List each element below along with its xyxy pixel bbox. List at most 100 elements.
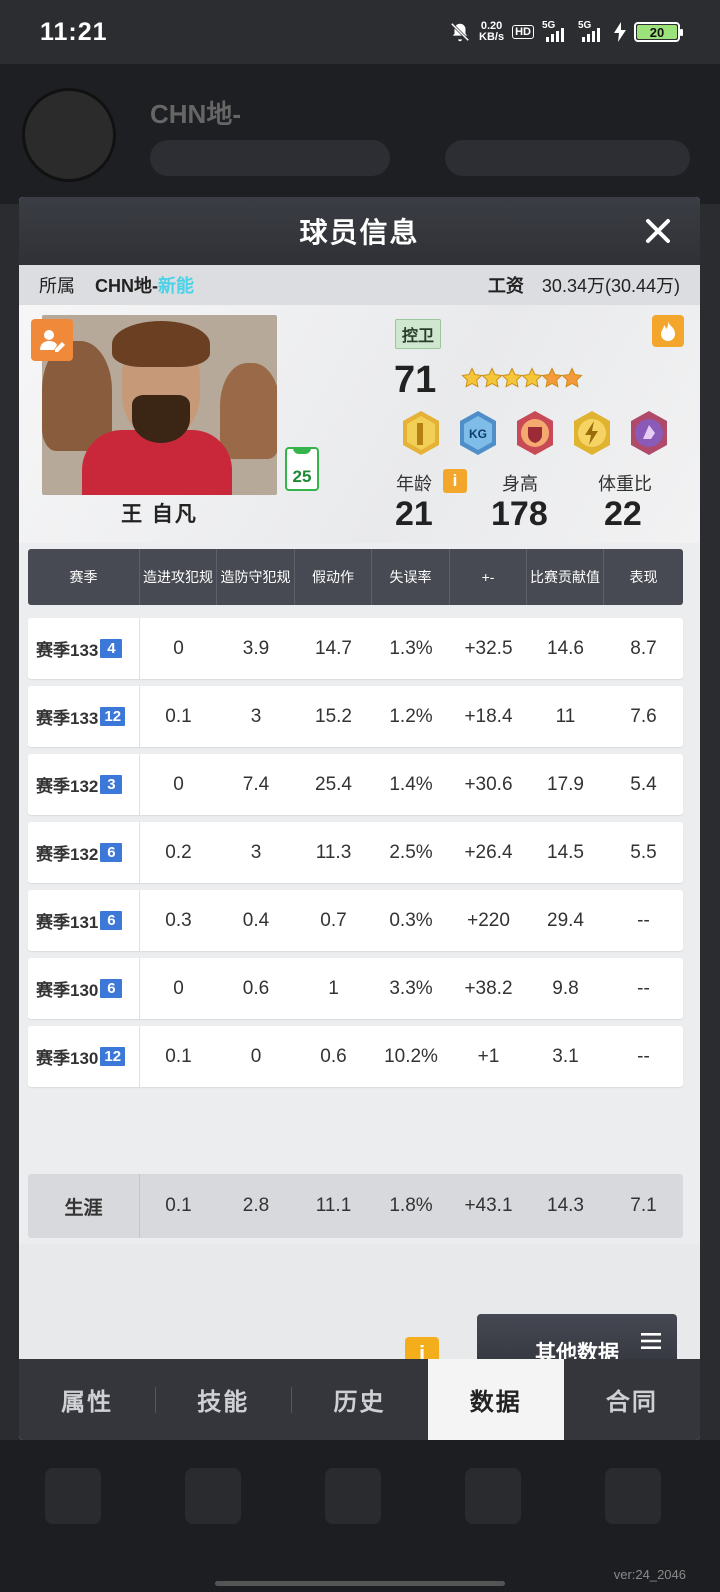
status-time: 11:21 — [40, 17, 108, 46]
stat-cell: 0 — [250, 1045, 262, 1067]
signal-5g-2-icon: 5G — [578, 20, 606, 42]
header-offensive-foul: 造进攻犯规 — [140, 549, 217, 605]
signal-5g-1-icon: 5G — [542, 20, 570, 42]
player-name: 王 自凡 — [121, 503, 198, 526]
stat-cell: 1.3% — [389, 637, 433, 659]
stat-cell: 0 — [173, 637, 184, 659]
stat-cell: 14.6 — [547, 637, 584, 659]
season-name: 赛季132 — [36, 777, 99, 796]
height-value: 178 — [491, 495, 548, 533]
stat-cell: +26.4 — [464, 841, 513, 863]
hd-icon: HD — [512, 25, 534, 39]
stat-cell: 14.7 — [315, 637, 352, 659]
table-row: 赛季133 4 0 3.9 14.7 1.3% +32.5 14.6 8.7 — [28, 618, 683, 679]
season-level-badge: 12 — [100, 1047, 126, 1066]
bg-nav-item-5 — [605, 1468, 661, 1524]
stat-cell: 0.6 — [320, 1045, 347, 1067]
season-cell: 赛季132 3 — [28, 754, 140, 815]
table-row: 赛季130 12 0.1 0 0.6 10.2% +1 3.1 -- — [28, 1026, 683, 1087]
season-level-badge: 3 — [100, 775, 123, 794]
stat-cell: 7.6 — [630, 705, 657, 727]
stat-cell: 1 — [328, 977, 339, 999]
close-icon — [646, 219, 670, 243]
header-performance: 表现 — [629, 569, 658, 585]
stat-cell: 14.5 — [547, 841, 584, 863]
tab-history[interactable]: 历史 — [291, 1359, 427, 1440]
season-cell: 赛季130 12 — [28, 1026, 140, 1087]
tab-attributes[interactable]: 属性 — [19, 1359, 155, 1440]
battery-level: 20 — [637, 25, 677, 40]
net-speed: 0.20 KB/s — [479, 21, 504, 43]
stat-cell: 8.7 — [630, 637, 657, 659]
stat-cell: +220 — [467, 909, 510, 931]
action-area: i 其他数据 — [19, 1244, 700, 1389]
stat-cell: 9.8 — [552, 977, 579, 999]
star-icon — [481, 367, 503, 388]
player-card: 25 王 自凡 控卫 71 KG 年龄 i 身高 体重比 21 178 22 — [19, 305, 700, 543]
coin-balance-pill — [150, 140, 390, 176]
home-indicator — [215, 1581, 505, 1586]
season-cell: 赛季133 12 — [28, 686, 140, 747]
shield-badge-icon[interactable] — [511, 409, 559, 457]
career-value: +43.1 — [464, 1195, 513, 1216]
stat-cell: 29.4 — [547, 909, 584, 931]
version-label: ver:24_2046 — [613, 1567, 686, 1582]
table-row: 赛季131 6 0.3 0.4 0.7 0.3% +220 29.4 -- — [28, 890, 683, 951]
star-icon — [501, 367, 523, 388]
age-value: 21 — [395, 495, 433, 533]
stat-cell: 3.1 — [552, 1045, 579, 1067]
purple-badge-icon[interactable] — [625, 409, 673, 457]
season-cell: 赛季131 6 — [28, 890, 140, 951]
header-contribution: 比赛贡献值 — [527, 549, 604, 605]
mute-bell-icon — [450, 22, 470, 42]
star-icon — [541, 367, 563, 388]
career-label: 生涯 — [28, 1174, 140, 1238]
lightning-badge-icon[interactable] — [568, 409, 616, 457]
stat-cell: 0.3% — [389, 909, 433, 931]
stat-cell: 3 — [250, 705, 262, 727]
height-label: 身高 — [502, 474, 538, 494]
fire-button[interactable] — [652, 315, 684, 347]
header-plus-minus: +- — [450, 549, 527, 605]
menu-icon — [641, 1333, 661, 1349]
season-name: 赛季130 — [36, 981, 99, 1000]
header-defensive-foul: 造防守犯规 — [217, 549, 295, 605]
table-row: 赛季132 6 0.2 3 11.3 2.5% +26.4 14.5 5.5 — [28, 822, 683, 883]
season-level-badge: 4 — [100, 639, 123, 658]
weight-ratio-value: 22 — [604, 495, 642, 533]
kg-badge-icon[interactable]: KG — [454, 409, 502, 457]
career-value: 7.1 — [630, 1195, 657, 1216]
career-value: 1.8% — [389, 1195, 433, 1216]
team-logo — [22, 88, 116, 182]
season-stats-table: 赛季 造进攻犯规 造防守犯规 假动作 失误率 +- 比赛贡献值 表现 赛季133… — [28, 549, 683, 1087]
user-edit-icon — [40, 330, 65, 352]
stat-cell: 0.2 — [165, 841, 192, 863]
season-cell: 赛季132 6 — [28, 822, 140, 883]
season-level-badge: 12 — [100, 707, 126, 726]
position-tag: 控卫 — [395, 319, 442, 349]
career-value: 0.1 — [165, 1195, 192, 1216]
stat-cell: +38.2 — [464, 977, 513, 999]
stat-cell: 3.3% — [389, 977, 433, 999]
table-row: 赛季130 6 0 0.6 1 3.3% +38.2 9.8 -- — [28, 958, 683, 1019]
stat-cell: 2.5% — [389, 841, 433, 863]
stat-cell: 0.6 — [242, 977, 270, 999]
salary-label: 工资 — [487, 276, 524, 296]
rating-stars — [461, 363, 583, 393]
edit-avatar-button[interactable] — [31, 319, 73, 361]
tab-skills[interactable]: 技能 — [155, 1359, 291, 1440]
stat-cell: +18.4 — [464, 705, 513, 727]
tab-contract[interactable]: 合同 — [564, 1359, 700, 1440]
stat-cell: -- — [637, 1045, 650, 1067]
stat-cell: 0.1 — [165, 1045, 192, 1067]
jersey-number-icon: 25 — [285, 447, 319, 491]
gem-balance-pill — [445, 140, 690, 176]
header-fake: 假动作 — [295, 549, 372, 605]
tab-data[interactable]: 数据 — [427, 1359, 564, 1440]
season-name: 赛季130 — [36, 1049, 99, 1068]
hand-badge-icon[interactable] — [397, 409, 445, 457]
close-button[interactable] — [640, 213, 676, 249]
season-name: 赛季131 — [36, 913, 99, 932]
age-info-button[interactable]: i — [443, 469, 467, 493]
career-value: 2.8 — [242, 1195, 270, 1216]
